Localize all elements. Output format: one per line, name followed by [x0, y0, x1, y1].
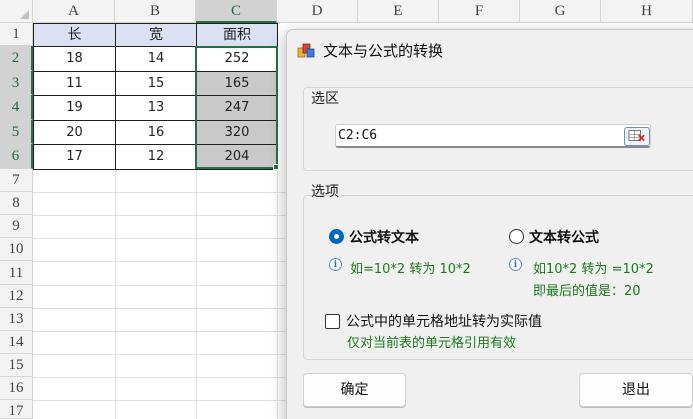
range-select-icon[interactable] [624, 127, 650, 146]
dialog-title: 文本与公式的转换 [323, 42, 444, 60]
cell-c6[interactable]: 204 [196, 144, 278, 170]
cell-c1[interactable]: 面积 [196, 23, 278, 47]
row-header-14[interactable]: 14 [0, 331, 33, 354]
fill-handle[interactable] [273, 164, 279, 170]
row-header-4[interactable]: 4 [0, 95, 33, 120]
column-header-c[interactable]: C [196, 0, 277, 23]
cell-c2[interactable]: 252 [196, 46, 278, 72]
row-header-5[interactable]: 5 [0, 120, 33, 144]
row-header-13[interactable]: 13 [0, 308, 33, 331]
info-icon: i [329, 258, 342, 271]
text-to-formula-radio[interactable] [509, 229, 524, 244]
row-header-1[interactable]: 1 [0, 23, 33, 46]
convert-address-checkbox[interactable] [325, 314, 340, 329]
convert-address-hint: 仅对当前表的单元格引用有效 [347, 336, 517, 351]
range-group-label: 选区 [311, 91, 339, 107]
options-group-label: 选项 [311, 184, 339, 200]
column-header-f[interactable]: F [439, 0, 520, 23]
text-to-formula-hint-line2: 即最后的值是：20 [533, 284, 641, 299]
cell-b6[interactable]: 12 [115, 144, 197, 170]
cell-a3[interactable]: 11 [33, 71, 116, 96]
cell-a1[interactable]: 长 [33, 23, 116, 47]
cell-a4[interactable]: 19 [33, 95, 116, 121]
cell-b2[interactable]: 14 [115, 46, 197, 72]
convert-address-label[interactable]: 公式中的单元格地址转为实际值 [346, 311, 542, 331]
cell-a5[interactable]: 20 [33, 120, 116, 145]
cell-b3[interactable]: 15 [115, 71, 197, 96]
text-to-formula-hint-line1: 如10*2 转为 =10*2 [533, 262, 654, 277]
cell-b5[interactable]: 16 [115, 120, 197, 145]
row-header-3[interactable]: 3 [0, 71, 33, 95]
info-icon: i [509, 258, 522, 271]
column-header-e[interactable]: E [358, 0, 439, 23]
column-header-a[interactable]: A [33, 0, 115, 23]
row-header-8[interactable]: 8 [0, 192, 33, 215]
row-header-11[interactable]: 11 [0, 261, 33, 285]
row-header-10[interactable]: 10 [0, 238, 33, 261]
cell-c5[interactable]: 320 [196, 120, 278, 145]
text-formula-convert-dialog: 文本与公式的转换 选区 C2:C6 选项 公式转文本 i 如=10*2 转为 1… [286, 29, 693, 419]
row-header-12[interactable]: 12 [0, 285, 33, 308]
column-header-b[interactable]: B [115, 0, 196, 23]
row-header-17[interactable]: 17 [0, 400, 33, 419]
select-all-corner[interactable] [0, 0, 33, 23]
cell-c3[interactable]: 165 [196, 71, 278, 96]
row-header-15[interactable]: 15 [0, 354, 33, 377]
exit-button[interactable]: 退出 [579, 373, 693, 407]
formula-to-text-radio[interactable] [329, 229, 344, 244]
cell-b4[interactable]: 13 [115, 95, 197, 121]
cell-c4[interactable]: 247 [196, 95, 278, 121]
formula-to-text-hint: 如=10*2 转为 10*2 [350, 262, 471, 277]
cell-b1[interactable]: 宽 [115, 23, 197, 47]
cell-a6[interactable]: 17 [33, 144, 116, 170]
cell-a2[interactable]: 18 [33, 46, 116, 72]
row-header-2[interactable]: 2 [0, 46, 33, 71]
formula-to-text-label[interactable]: 公式转文本 [349, 227, 419, 247]
column-header-g[interactable]: G [520, 0, 601, 23]
row-header-6[interactable]: 6 [0, 144, 33, 169]
app-icon [297, 43, 315, 58]
row-header-16[interactable]: 16 [0, 377, 33, 400]
ok-button[interactable]: 确定 [303, 373, 406, 407]
column-header-d[interactable]: D [277, 0, 358, 23]
text-to-formula-label[interactable]: 文本转公式 [529, 227, 599, 247]
row-header-9[interactable]: 9 [0, 215, 33, 238]
column-header-h[interactable]: H [601, 0, 693, 23]
range-input[interactable]: C2:C6 [335, 124, 651, 148]
range-input-value: C2:C6 [338, 128, 378, 143]
row-header-7[interactable]: 7 [0, 169, 33, 192]
